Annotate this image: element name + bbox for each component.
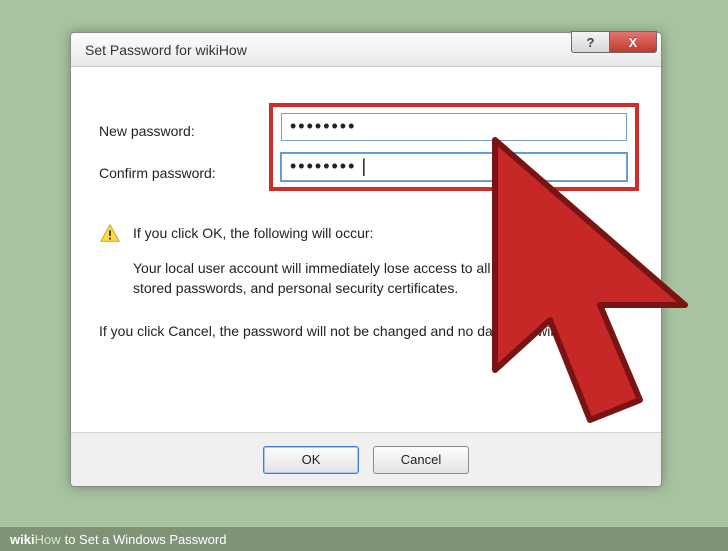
dialog-title: Set Password for wikiHow (85, 42, 247, 58)
set-password-dialog: Set Password for wikiHow ? X New passwor… (70, 32, 662, 487)
confirm-password-label: Confirm password: (99, 165, 216, 181)
confirm-password-field[interactable]: •••••••• (281, 153, 627, 181)
ok-button-label: OK (302, 452, 321, 467)
close-button[interactable]: X (609, 31, 657, 53)
close-icon: X (629, 35, 638, 50)
titlebar[interactable]: Set Password for wikiHow ? X (71, 33, 661, 67)
help-button[interactable]: ? (571, 31, 609, 53)
cancel-button-label: Cancel (401, 452, 441, 467)
title-buttons: ? X (571, 31, 657, 53)
warning-block: If you click OK, the following will occu… (99, 223, 633, 341)
cancel-button[interactable]: Cancel (373, 446, 469, 474)
ok-button[interactable]: OK (263, 446, 359, 474)
cancel-info: If you click Cancel, the password will n… (99, 321, 633, 341)
warning-icon (99, 223, 121, 248)
warning-heading: If you click OK, the following will occu… (133, 223, 373, 243)
article-title: to Set a Windows Password (65, 532, 227, 547)
password-dots: •••••••• (290, 116, 356, 136)
warning-body: Your local user account will immediately… (133, 258, 633, 299)
new-password-field[interactable]: •••••••• (281, 113, 627, 141)
password-dots: •••••••• (290, 156, 356, 176)
dialog-content: New password: Confirm password: ••••••••… (71, 67, 661, 113)
highlight-annotation: •••••••• •••••••• (269, 103, 639, 191)
brand-prefix: wiki (10, 532, 35, 547)
brand-suffix: How (35, 532, 61, 547)
help-icon: ? (587, 35, 595, 50)
button-bar: OK Cancel (71, 432, 661, 486)
footer-caption: wikiHow to Set a Windows Password (0, 527, 728, 551)
new-password-label: New password: (99, 123, 216, 139)
